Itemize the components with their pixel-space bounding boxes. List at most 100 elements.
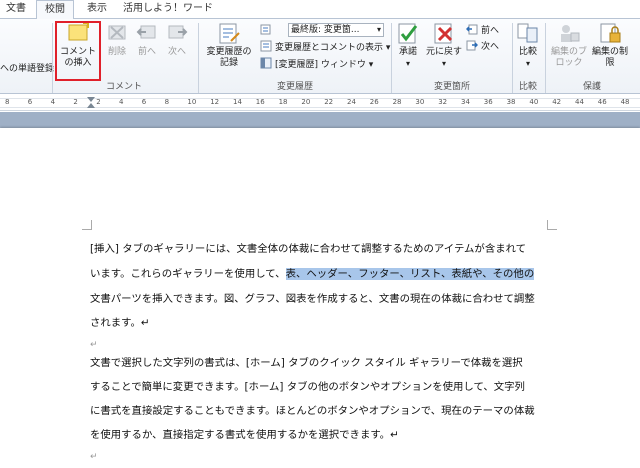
text-line[interactable]: を使用するか、直接指定する書式を使用するかを選択できます。↵ <box>90 426 399 441</box>
delete-comment-button[interactable]: 削除 <box>104 21 130 58</box>
ruler-number: 22 <box>324 98 334 106</box>
delete-comment-icon <box>105 21 129 45</box>
ruler-number: 10 <box>187 98 197 106</box>
ruler-number: 4 <box>119 98 124 106</box>
document-page[interactable]: [挿入] タブのギャラリーには、文書全体の体裁に合わせて調整するためのアイテムが… <box>0 128 640 468</box>
show-markup-icon <box>260 40 272 52</box>
tab-view[interactable]: 表示 <box>80 0 114 18</box>
tab-word-tips[interactable]: 活用しよう！ワード <box>122 0 214 18</box>
accept-button[interactable]: 承諾 ▾ <box>394 21 422 69</box>
margin-corner-mark <box>547 220 557 230</box>
track-changes-icon <box>217 21 241 45</box>
delete-label: 削除 <box>107 47 126 57</box>
ruler-number: 18 <box>278 98 288 106</box>
ruler-number: 36 <box>483 98 493 106</box>
chevron-down-icon: ▾ <box>525 59 530 68</box>
line-text: に書式を直接設定することもできます。ほとんどのボタンやオプションで、現在のテーマ… <box>90 405 535 417</box>
next-comment-icon <box>165 21 189 45</box>
chevron-down-icon: ▾ <box>383 43 391 53</box>
text-line[interactable]: 文書パーツを挿入できます。図、グラフ、図表を作成すると、文書の現在の体裁に合わせ… <box>90 290 535 305</box>
show-markup-label: 変更履歴とコメントの表示 <box>275 43 384 53</box>
comment-group-label: コメント <box>105 82 142 92</box>
reject-change-icon <box>432 21 456 45</box>
restrict-editing-button[interactable]: 編集の制限 <box>590 21 630 69</box>
group-separator <box>391 23 392 93</box>
compare-label: 比較 <box>518 47 537 57</box>
next-label: 次へ <box>167 47 186 57</box>
display-for-review-value: 最終版: 変更箇... <box>291 25 360 35</box>
ruler-number: 20 <box>301 98 311 106</box>
line-text: ↵ <box>90 340 98 350</box>
restrict-editing-label: 編集の制限 <box>591 47 628 68</box>
display-for-review-select[interactable]: 最終版: 変更箇... ▾ <box>288 23 384 37</box>
line-text: 文書パーツを挿入できます。図、グラフ、図表を作成すると、文書の現在の体裁に合わせ… <box>90 293 535 305</box>
markup-settings-icon <box>260 23 272 35</box>
ruler-number: 32 <box>438 98 448 106</box>
block-authors-button[interactable]: 編集のブロック <box>550 21 588 69</box>
group-separator <box>198 23 199 93</box>
horizontal-ruler[interactable]: 8 6 4 2 2 4 6 8 10 12 14 16 18 20 22 24 26 28 30 32 34 36 38 40… <box>0 95 640 111</box>
ruler-number: 6 <box>27 98 33 106</box>
chevron-down-icon: ▾ <box>376 25 381 34</box>
ruler-number: 40 <box>529 98 539 106</box>
protect-group-label: 保護 <box>582 82 601 92</box>
line-text: することで簡単に変更できます。[ホーム] タブの他のボタンやオプションを使用して… <box>90 381 525 393</box>
tab-document[interactable]: 文書 <box>0 0 32 18</box>
ruler-number: 4 <box>50 98 56 106</box>
tab-review[interactable]: 校閲 <box>36 0 74 19</box>
ruler-number: 48 <box>620 98 630 106</box>
group-separator <box>52 23 53 93</box>
word-registration-button[interactable]: への単語登録 <box>0 61 54 74</box>
show-markup-button[interactable]: 変更履歴とコメントの表示 ▾ <box>260 40 390 56</box>
reject-label: 元に戻す <box>426 47 463 57</box>
ruler-number: 24 <box>347 98 356 106</box>
block-authors-icon <box>557 21 581 45</box>
track-changes-label: 変更履歴の記録 <box>206 47 252 68</box>
ruler-number: 2 <box>73 98 78 106</box>
ruler-number: 12 <box>210 98 220 106</box>
text-line[interactable]: ↵ <box>90 338 98 350</box>
line-text: されます。↵ <box>90 317 150 329</box>
previous-change-icon <box>465 23 478 35</box>
next-comment-button[interactable]: 次へ <box>164 21 190 58</box>
previous-change-button[interactable]: 前へ <box>465 23 500 39</box>
ruler-number: 26 <box>369 98 379 106</box>
track-changes-button[interactable]: 変更履歴の記録 <box>204 21 254 69</box>
line-text: 文書で選択した文字列の書式は、[ホーム] タブのクイック スタイル ギャラリーで… <box>90 357 523 369</box>
text-line[interactable]: ↵ <box>90 450 98 462</box>
text-line[interactable]: に書式を直接設定することもできます。ほとんどのボタンやオプションで、現在のテーマ… <box>90 402 535 417</box>
ruler-number: 8 <box>164 98 170 106</box>
text-line[interactable]: することで簡単に変更できます。[ホーム] タブの他のボタンやオプションを使用して… <box>90 378 525 393</box>
group-separator <box>545 23 546 93</box>
text-line[interactable]: 文書で選択した文字列の書式は、[ホーム] タブのクイック スタイル ギャラリーで… <box>90 354 523 369</box>
markup-settings-row <box>260 23 275 39</box>
changes-group-label: 変更箇所 <box>433 82 470 92</box>
reject-button[interactable]: 元に戻す ▾ <box>426 21 462 69</box>
text-line[interactable]: [挿入] タブのギャラリーには、文書全体の体裁に合わせて調整するためのアイテムが… <box>90 240 526 255</box>
selected-text[interactable]: 表、ヘッダー、フッター、リスト、表紙や、その他の <box>285 268 535 280</box>
previous-comment-icon <box>135 21 159 45</box>
indent-marker-icon[interactable] <box>87 97 95 102</box>
previous-change-label: 前へ <box>481 26 500 36</box>
insert-comment-highlight <box>55 21 101 81</box>
ruler-number: 42 <box>552 98 562 106</box>
tracking-group-label: 変更履歴 <box>276 82 313 92</box>
line-text: を使用するか、直接指定する書式を使用するかを選択できます。↵ <box>90 429 399 441</box>
ruler-number: 14 <box>233 98 242 106</box>
indent-marker-bottom-icon[interactable] <box>87 103 95 108</box>
line-text: ↵ <box>90 452 98 462</box>
ruler-number: 2 <box>96 98 101 106</box>
text-line[interactable]: されます。↵ <box>90 314 150 329</box>
reviewing-pane-label: [変更履歴] ウィンドウ <box>275 60 366 70</box>
ruler-number: 16 <box>255 98 265 106</box>
ruler-number: 28 <box>392 98 402 106</box>
compare-button[interactable]: 比較 ▾ <box>514 21 542 69</box>
reviewing-pane-button[interactable]: [変更履歴] ウィンドウ ▾ <box>260 57 373 73</box>
line-text: います。これらのギャラリーを使用して、 <box>90 268 286 280</box>
accept-change-icon <box>396 21 420 45</box>
compare-documents-icon <box>516 21 540 45</box>
accept-label: 承諾 <box>398 47 417 57</box>
next-change-button[interactable]: 次へ <box>466 39 499 55</box>
text-line[interactable]: います。これらのギャラリーを使用して、表、ヘッダー、フッター、リスト、表紙や、そ… <box>90 265 535 280</box>
previous-comment-button[interactable]: 前へ <box>134 21 160 58</box>
